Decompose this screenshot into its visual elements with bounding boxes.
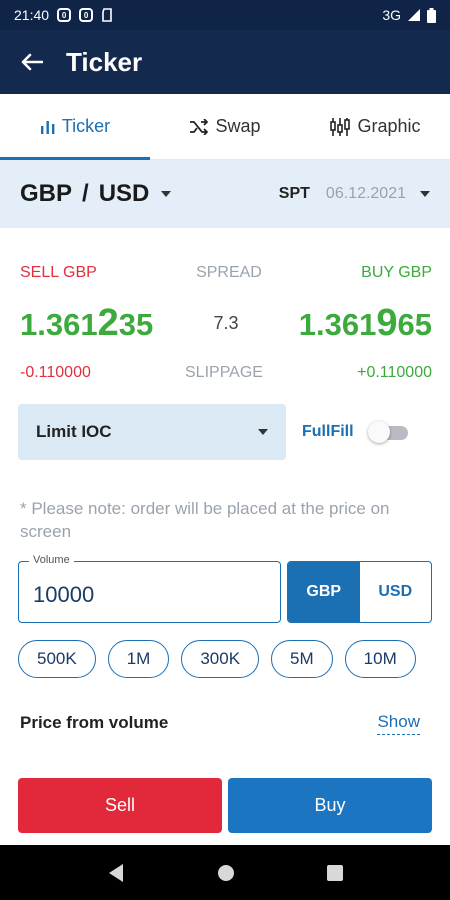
triangle-back-icon (109, 863, 123, 882)
volume-label: Volume (29, 554, 74, 566)
buy-price-big-digit: 9 (376, 301, 398, 344)
square-recents-icon (327, 864, 343, 881)
value-date-selector[interactable]: 06.12.2021 (326, 185, 430, 203)
sell-slippage: -0.110000 (20, 364, 91, 381)
order-type-select[interactable]: Limit IOC (18, 404, 286, 460)
show-link[interactable]: Show (377, 712, 420, 735)
buy-price-suffix: 65 (397, 306, 432, 342)
pair-bar: GBP / USD SPT 06.12.2021 (0, 160, 450, 228)
nav-home-button[interactable] (217, 864, 235, 882)
amount-chip-10m[interactable]: 10M (344, 640, 416, 678)
buy-price-prefix: 1.361 (298, 306, 377, 342)
arrow-left-icon (21, 53, 43, 71)
price-note: * Please note: order will be placed at t… (20, 499, 390, 541)
page-title: Ticker (66, 46, 143, 77)
base-currency: GBP (20, 180, 73, 207)
fullfill-label: FullFill (302, 423, 354, 440)
spread-value: 7.3 (213, 312, 239, 333)
status-time: 21:40 (14, 7, 50, 23)
tab-swap-label: Swap (215, 116, 261, 136)
amount-chip-500k[interactable]: 500K (18, 640, 96, 678)
chevron-down-icon (161, 191, 172, 197)
nav-back-button[interactable] (107, 863, 125, 883)
system-nav-bar (0, 845, 450, 900)
sell-price-suffix: 35 (118, 306, 154, 342)
toggle-knob (367, 421, 390, 443)
order-type-value: Limit IOC (36, 422, 112, 441)
candlestick-icon (330, 117, 351, 136)
currency-pair-selector[interactable]: GBP / USD (20, 180, 172, 208)
order-row: Limit IOC FullFill (18, 404, 432, 460)
buy-slippage: +0.110000 (357, 364, 432, 381)
volume-input[interactable] (19, 562, 280, 622)
tab-graphic[interactable]: Graphic (300, 94, 450, 159)
prices-row: 1.361235 7.3 1.361965 (20, 296, 432, 350)
slippage-row: -0.110000 SLIPPAGE +0.110000 (20, 364, 432, 382)
fullfill-toggle[interactable] (367, 420, 412, 444)
tab-swap[interactable]: Swap (150, 94, 300, 159)
app-bar: Ticker (0, 30, 450, 94)
chevron-down-icon (258, 429, 268, 435)
currency-usd-button[interactable]: USD (360, 562, 432, 622)
amount-chip-300k[interactable]: 300K (181, 640, 260, 678)
amount-chip-1m[interactable]: 1M (107, 640, 170, 678)
circle-home-icon (218, 864, 234, 881)
value-date: 06.12.2021 (325, 185, 406, 202)
sell-button[interactable]: Sell (18, 778, 222, 833)
tab-bar: Ticker Swap Graphic (0, 94, 450, 160)
tab-ticker-label: Ticker (61, 116, 111, 136)
quote-currency: USD (98, 180, 150, 207)
quick-amount-chips: 500K 1M 300K 5M 10M (18, 640, 450, 678)
pair-separator: / (82, 180, 89, 207)
price-from-volume-label: Price from volume (20, 713, 169, 732)
back-button[interactable] (0, 30, 64, 94)
notification-app-icon-2: 0 (79, 8, 94, 22)
tab-graphic-label: Graphic (357, 116, 421, 136)
buy-price[interactable]: 1.361965 (299, 302, 432, 345)
volume-field: Volume (18, 554, 281, 623)
sell-label: SELL GBP (20, 264, 97, 281)
tenor-label: SPT (278, 185, 310, 202)
buy-label: BUY GBP (361, 264, 432, 281)
notification-app-icon: 0 (57, 8, 72, 22)
volume-row: Volume GBP USD (18, 554, 432, 623)
bar-chart-icon (40, 120, 55, 134)
chevron-down-icon (420, 191, 430, 197)
amount-chip-5m[interactable]: 5M (271, 640, 333, 678)
nav-recents-button[interactable] (327, 864, 343, 881)
shuffle-icon (190, 118, 209, 135)
sell-price-prefix: 1.361 (20, 306, 98, 342)
sell-price-big-digit: 2 (97, 301, 119, 344)
currency-gbp-button[interactable]: GBP (288, 562, 360, 622)
currency-toggle: GBP USD (287, 561, 432, 623)
battery-icon (427, 7, 436, 23)
status-bar: 21:40 0 0 3G (0, 0, 450, 30)
sell-price[interactable]: 1.361235 (20, 302, 153, 345)
price-labels-row: SELL GBP SPREAD BUY GBP (20, 264, 432, 282)
tab-ticker[interactable]: Ticker (0, 94, 150, 160)
sd-card-icon (102, 8, 112, 22)
action-row: Sell Buy (18, 778, 432, 833)
spread-label: SPREAD (196, 264, 262, 281)
price-from-volume-row: Price from volume Show (20, 708, 420, 738)
buy-button[interactable]: Buy (228, 778, 432, 833)
signal-icon (408, 9, 420, 21)
network-type: 3G (382, 7, 401, 23)
slippage-label: SLIPPAGE (185, 364, 263, 381)
